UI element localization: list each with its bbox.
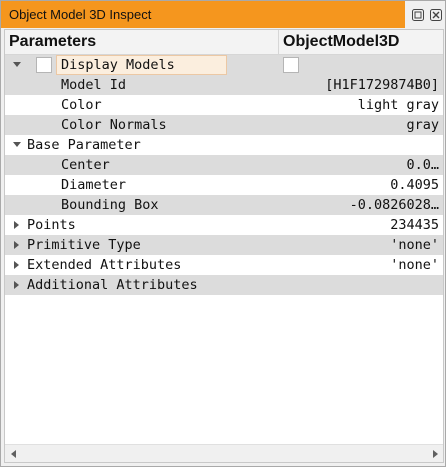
tree-row-value-cell: 234435 [279, 215, 443, 235]
tree-row-value: 'none' [390, 257, 439, 273]
tree-row-value: 0.0… [406, 157, 439, 173]
tree-row-label: Extended Attributes [27, 257, 182, 273]
parameters-tree[interactable]: Parameters ObjectModel3D Display Models M… [4, 29, 444, 463]
tree-row[interactable]: Extended Attributes 'none' [5, 255, 443, 275]
triangle-right-icon[interactable] [11, 235, 23, 255]
tree-row-label-cell: Bounding Box [5, 195, 279, 215]
tree-row[interactable]: Model Id [H1F1729874B0] [5, 75, 443, 95]
triangle-right-icon[interactable] [11, 215, 23, 235]
title-buttons [405, 1, 445, 28]
tree-row-value-cell: -0.0826028… [279, 195, 443, 215]
tree-row-value: gray [406, 117, 439, 133]
tree-row-label: Color [61, 97, 102, 113]
tree-row-value-cell: 0.0… [279, 155, 443, 175]
horizontal-scrollbar[interactable] [5, 444, 443, 462]
tree-row-label-cell: Extended Attributes [5, 255, 279, 275]
tree-row[interactable]: Color light gray [5, 95, 443, 115]
tree-row-value-cell: light gray [279, 95, 443, 115]
tree-row-label-cell: Diameter [5, 175, 279, 195]
inspector-window: Object Model 3D Inspect Parameters Objec… [0, 0, 446, 467]
tree-rows: Display Models Model Id [H1F1729874B0] Colo… [5, 55, 443, 295]
triangle-right-icon[interactable] [11, 275, 23, 295]
tree-row-label: Additional Attributes [27, 277, 198, 293]
tree-row[interactable]: Display Models [5, 55, 443, 75]
tree-row-value-cell: [H1F1729874B0] [279, 75, 443, 95]
tree-row-label: Primitive Type [27, 237, 141, 253]
tree-row-value: 234435 [390, 217, 439, 233]
tree-row-label-cell: Points [5, 215, 279, 235]
tree-row-value: 0.4095 [390, 177, 439, 193]
tree-row-label: Color Normals [61, 117, 167, 133]
window-tab[interactable]: Object Model 3D Inspect [1, 1, 405, 28]
tree-row-label-cell: Primitive Type [5, 235, 279, 255]
tree-row[interactable]: Additional Attributes [5, 275, 443, 295]
tree-row-label-cell: Center [5, 155, 279, 175]
tree-row-value-cell [279, 275, 443, 295]
tree-row-value-cell: 'none' [279, 255, 443, 275]
tree-row-label: Diameter [61, 177, 127, 193]
tree-row-label: Display Models [61, 57, 175, 73]
display-models-value-checkbox[interactable] [283, 57, 299, 73]
tree-row-value: [H1F1729874B0] [325, 77, 439, 93]
triangle-right-icon[interactable] [11, 255, 23, 275]
tree-row-value-cell [279, 135, 443, 155]
tree-row-label: Points [27, 217, 76, 233]
tree-row-label-cell: Display Models [5, 55, 279, 75]
tree-row-value: -0.0826028… [349, 197, 439, 213]
tree-row-label-cell: Additional Attributes [5, 275, 279, 295]
tree-row-value-cell [279, 55, 443, 75]
tree-row-label-cell: Base Parameter [5, 135, 279, 155]
tree-row[interactable]: Bounding Box -0.0826028… [5, 195, 443, 215]
tree-row-label: Model Id [61, 77, 127, 93]
triangle-down-icon[interactable] [11, 55, 23, 75]
tree-row-label-cell: Color Normals [5, 115, 279, 135]
tree-row-label: Base Parameter [27, 137, 141, 153]
tree-row-label: Center [61, 157, 110, 173]
tree-row[interactable]: Base Parameter [5, 135, 443, 155]
scroll-left-icon[interactable] [5, 445, 22, 462]
tree-row-value: light gray [357, 97, 439, 113]
tree-row-value-cell: 0.4095 [279, 175, 443, 195]
float-window-icon[interactable] [411, 8, 425, 22]
tree-row-label-cell: Model Id [5, 75, 279, 95]
close-icon[interactable] [429, 8, 443, 22]
tree-row[interactable]: Center 0.0… [5, 155, 443, 175]
tree-row-value: 'none' [390, 237, 439, 253]
tree-row-value-cell: 'none' [279, 235, 443, 255]
header-parameters[interactable]: Parameters [5, 30, 279, 54]
triangle-down-icon[interactable] [11, 135, 23, 155]
tree-row[interactable]: Diameter 0.4095 [5, 175, 443, 195]
title-bar: Object Model 3D Inspect [1, 1, 445, 28]
tree-row[interactable]: Points 234435 [5, 215, 443, 235]
tree-header: Parameters ObjectModel3D [5, 30, 443, 55]
display-models-checkbox[interactable] [36, 57, 52, 73]
scroll-right-icon[interactable] [426, 445, 443, 462]
tree-row-value-cell: gray [279, 115, 443, 135]
header-objectmodel3d[interactable]: ObjectModel3D [279, 30, 443, 54]
tree-row-label-cell: Color [5, 95, 279, 115]
tree-row[interactable]: Color Normals gray [5, 115, 443, 135]
tree-row[interactable]: Primitive Type 'none' [5, 235, 443, 255]
tree-row-label: Bounding Box [61, 197, 159, 213]
window-title: Object Model 3D Inspect [9, 7, 152, 22]
